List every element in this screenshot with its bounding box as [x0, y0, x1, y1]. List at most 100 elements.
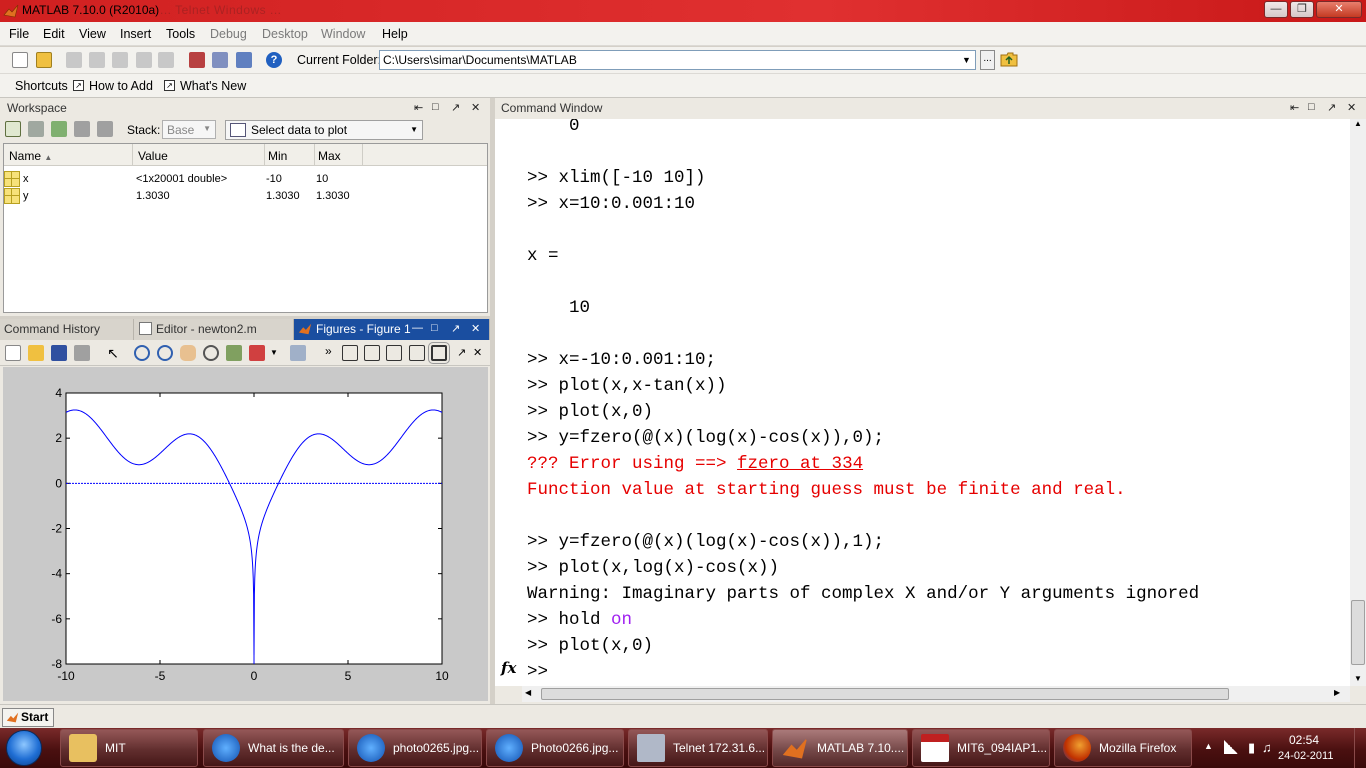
volume-icon[interactable]: ♫ [1262, 740, 1272, 755]
column-header-max[interactable]: Max [318, 149, 341, 163]
popout-icon[interactable]: ↗ [451, 322, 460, 335]
windows-start-orb[interactable] [6, 730, 42, 766]
stack-select[interactable]: Base ▼ [162, 120, 216, 139]
task-telnet[interactable]: Telnet 172.31.6... [628, 729, 768, 767]
minimize-button[interactable]: — [1264, 1, 1288, 18]
folder-up-icon[interactable] [1000, 51, 1018, 68]
close-icon[interactable]: ✕ [473, 346, 482, 359]
current-folder-input[interactable]: C:\Users\simar\Documents\MATLAB [379, 50, 976, 70]
data-cursor-icon[interactable] [226, 345, 242, 361]
menu-tools[interactable]: Tools [166, 27, 195, 41]
scrollbar-thumb[interactable] [541, 688, 1229, 700]
open-file-icon[interactable] [28, 345, 44, 361]
undock-icon[interactable]: ⇤ [414, 101, 423, 114]
how-to-add-link[interactable]: How to Add [89, 79, 153, 93]
undock-icon[interactable]: ⇤ [1290, 101, 1299, 114]
new-figure-icon[interactable] [5, 345, 21, 361]
task-ie-2[interactable]: photo0265.jpg... [348, 729, 482, 767]
table-row[interactable]: y 1.3030 1.3030 1.3030 [4, 188, 487, 205]
close-icon[interactable]: ✕ [1347, 101, 1356, 114]
restore-button[interactable]: ❐ [1290, 1, 1314, 18]
save-workspace-icon[interactable] [74, 121, 90, 137]
maximize-icon[interactable]: □ [1308, 101, 1315, 113]
undo-icon[interactable] [136, 52, 152, 68]
popout-icon[interactable]: ↗ [1327, 101, 1336, 114]
help-icon[interactable]: ? [266, 52, 282, 68]
error-link[interactable]: fzero at 334 [737, 454, 863, 474]
close-button[interactable]: ✕ [1316, 1, 1362, 18]
profiler-icon[interactable] [236, 52, 252, 68]
task-pdf[interactable]: MIT6_094IAP1... [912, 729, 1050, 767]
close-icon[interactable]: ✕ [471, 101, 480, 114]
figure-canvas[interactable]: 4 2 0 -2 -4 -6 -8 -10 -5 0 5 10 [3, 367, 488, 701]
tile-rows-icon[interactable] [386, 345, 402, 361]
plot-selector-dropdown[interactable]: Select data to plot ▼ [225, 120, 423, 140]
task-mit[interactable]: MIT [60, 729, 198, 767]
horizontal-scrollbar[interactable]: ◀ ▶ [522, 686, 1350, 702]
clock-time[interactable]: 02:54 [1289, 733, 1319, 747]
command-output[interactable]: 0 >> xlim([-10 10]) >> x=10:0.001:10 x = 10… [522, 119, 1350, 686]
rotate-3d-icon[interactable] [203, 345, 219, 361]
zoom-out-icon[interactable] [157, 345, 173, 361]
table-row[interactable]: x <1x20001 double> -10 10 [4, 171, 487, 188]
more-icon[interactable]: » [325, 344, 332, 358]
show-desktop-button[interactable] [1354, 728, 1366, 768]
tab-command-history[interactable]: Command History [0, 319, 134, 340]
zoom-in-icon[interactable] [134, 345, 150, 361]
open-folder-icon[interactable] [36, 52, 52, 68]
battery-icon[interactable]: ▮ [1248, 740, 1255, 756]
undock-icon[interactable]: — [412, 322, 423, 334]
print-icon[interactable] [74, 345, 90, 361]
pan-hand-icon[interactable] [180, 345, 196, 361]
scrollbar-thumb[interactable] [1351, 600, 1365, 665]
column-header-min[interactable]: Min [268, 149, 287, 163]
menu-desktop[interactable]: Desktop [262, 27, 308, 41]
menu-file[interactable]: File [9, 27, 29, 41]
menu-debug[interactable]: Debug [210, 27, 247, 41]
float-window-icon[interactable] [409, 345, 425, 361]
function-browser-icon[interactable]: fx [501, 659, 516, 677]
menu-insert[interactable]: Insert [120, 27, 151, 41]
task-ie-3[interactable]: Photo0266.jpg... [486, 729, 624, 767]
task-matlab[interactable]: MATLAB 7.10.... [772, 729, 908, 767]
redo-icon[interactable] [158, 52, 174, 68]
signal-strength-icon[interactable] [1224, 740, 1238, 754]
paste-icon[interactable] [112, 52, 128, 68]
delete-variable-icon[interactable] [97, 121, 113, 137]
open-variable-icon[interactable] [28, 121, 44, 137]
line-plot[interactable]: 420-2-4-6-8-10 -5 0 5 10 [3, 367, 488, 701]
close-icon[interactable]: ✕ [471, 322, 480, 335]
column-header-value[interactable]: Value [138, 149, 168, 163]
copy-icon[interactable] [89, 52, 105, 68]
tab-figures[interactable]: Figures - Figure 1 — □ ↗ ✕ [294, 319, 490, 340]
menu-window[interactable]: Window [321, 27, 365, 41]
vertical-scrollbar[interactable]: ▲ ▼ [1350, 119, 1366, 686]
task-ie-1[interactable]: What is the de... [203, 729, 344, 767]
matlab-start-button[interactable]: Start [2, 708, 54, 727]
new-variable-icon[interactable] [5, 121, 21, 137]
clock-date[interactable]: 24-02-2011 [1278, 750, 1333, 762]
maximize-figure-icon[interactable] [428, 342, 450, 364]
chevron-down-icon[interactable]: ▼ [958, 51, 975, 69]
pointer-icon[interactable]: ↖ [105, 345, 121, 361]
maximize-icon[interactable]: □ [431, 322, 438, 334]
guide-icon[interactable] [212, 52, 228, 68]
cut-icon[interactable] [66, 52, 82, 68]
chevron-down-icon[interactable]: ▼ [270, 348, 278, 357]
import-data-icon[interactable] [51, 121, 67, 137]
show-hidden-icons-icon[interactable]: ▲ [1204, 741, 1213, 751]
new-file-icon[interactable] [12, 52, 28, 68]
popout-icon[interactable]: ↗ [451, 101, 460, 114]
column-header-name[interactable]: Name ▲ [9, 149, 52, 163]
link-plot-icon[interactable] [290, 345, 306, 361]
tile-grid-icon[interactable] [342, 345, 358, 361]
menu-view[interactable]: View [79, 27, 106, 41]
tile-columns-icon[interactable] [364, 345, 380, 361]
task-firefox[interactable]: Mozilla Firefox [1054, 729, 1192, 767]
simulink-icon[interactable] [189, 52, 205, 68]
save-icon[interactable] [51, 345, 67, 361]
whats-new-link[interactable]: What's New [180, 79, 246, 93]
menu-help[interactable]: Help [382, 27, 408, 41]
popout-icon[interactable]: ↗ [457, 346, 466, 359]
shortcuts-label[interactable]: Shortcuts [15, 79, 68, 93]
